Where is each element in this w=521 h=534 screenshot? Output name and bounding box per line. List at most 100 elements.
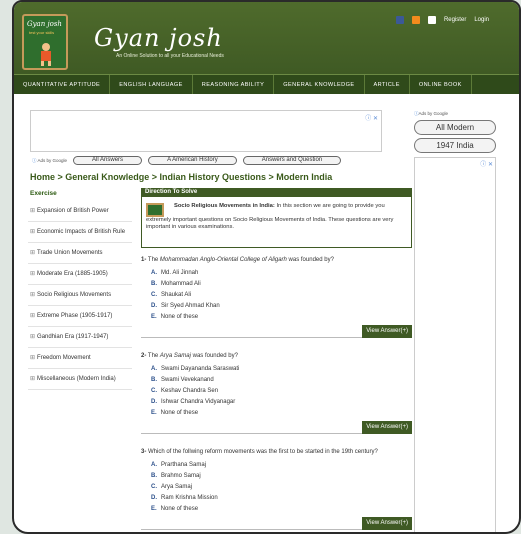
- sidebar-item[interactable]: ⊞ Moderate Era (1885-1905): [28, 264, 132, 285]
- nav-article[interactable]: ARTICLE: [365, 75, 410, 94]
- option-letter: B.: [151, 281, 157, 287]
- option[interactable]: C. Arya Samaj: [151, 482, 412, 493]
- ad-banner[interactable]: ⓘ ✕: [30, 110, 382, 152]
- answer-row: View Answer(+): [141, 325, 412, 338]
- sidebar-item[interactable]: ⊞ Gandhian Era (1917-1947): [28, 327, 132, 348]
- option[interactable]: A. Md. Ali Jinnah: [151, 268, 412, 279]
- view-answer-button[interactable]: View Answer(+): [362, 421, 412, 434]
- option[interactable]: A. Swami Dayananda Saraswati: [151, 364, 412, 375]
- option-text: None of these: [160, 314, 199, 320]
- facebook-icon[interactable]: [395, 16, 404, 24]
- site-logo[interactable]: Gyan josh test your skills: [22, 14, 68, 70]
- breadcrumb[interactable]: Home > General Knowledge > Indian Histor…: [30, 172, 332, 182]
- right-ad-link-1947-india[interactable]: 1947 India: [414, 138, 496, 153]
- nav-general-knowledge[interactable]: GENERAL KNOWLEDGE: [274, 75, 365, 94]
- option-letter: D.: [151, 495, 157, 501]
- options-list: A. Swami Dayananda Saraswati B. Swami Veve…: [151, 364, 412, 419]
- ad-links-row: ⓘ Ads by Google All Answers A American H…: [32, 156, 342, 165]
- right-ads-label: ⓘAds by Google: [414, 111, 496, 117]
- right-ads-by-text: Ads by Google: [418, 111, 449, 116]
- mail-icon[interactable]: [427, 16, 436, 24]
- site-title: Gyan josh: [94, 24, 223, 52]
- option-letter: B.: [151, 377, 157, 383]
- option-text: Prarthana Samaj: [161, 462, 207, 468]
- ad-link-answers-question[interactable]: Answers and Question: [242, 156, 342, 165]
- question-emphasis: Arya Samaj: [159, 353, 191, 359]
- options-list: A. Prarthana Samaj B. Brahmo Samaj C. Arya …: [151, 460, 412, 515]
- sidebar-item[interactable]: ⊞ Miscellaneous (Modern India): [28, 369, 132, 390]
- sidebar-item-label: Freedom Movement: [37, 355, 91, 361]
- option-text: Mohammad Ali: [161, 281, 201, 287]
- option[interactable]: D. Sir Syed Ahmad Khan: [151, 301, 412, 312]
- register-link[interactable]: Register: [444, 17, 466, 23]
- question-3: 3- Which of the follwing reform movement…: [141, 448, 412, 530]
- nav-online-book[interactable]: ONLINE BOOK: [410, 75, 472, 94]
- option-letter: E.: [151, 506, 157, 512]
- option-letter: A.: [151, 270, 157, 276]
- option[interactable]: C. Shaukat Ali: [151, 290, 412, 301]
- sidebar-item[interactable]: ⊞ Freedom Movement: [28, 348, 132, 369]
- nav-reasoning-ability[interactable]: REASONING ABILITY: [193, 75, 275, 94]
- expand-icon: ⊞: [30, 208, 36, 214]
- nav-quantitative-aptitude[interactable]: QUANTITATIVE APTITUDE: [14, 75, 111, 94]
- question-text: The: [146, 257, 160, 263]
- sidebar-item[interactable]: ⊞ Economic Impacts of British Rule: [28, 222, 132, 243]
- option-text: Ishwar Chandra Vidyanagar: [161, 399, 236, 405]
- sidebar-item-label: Miscellaneous (Modern India): [37, 376, 116, 382]
- ad-link-american-history[interactable]: A American History: [148, 156, 237, 165]
- answer-row: View Answer(+): [141, 517, 412, 530]
- sidebar-item-label: Gandhian Era (1917-1947): [37, 334, 109, 340]
- sidebar-item-label: Trade Union Movements: [37, 250, 103, 256]
- option[interactable]: C. Keshav Chandra Sen: [151, 386, 412, 397]
- sidebar-item[interactable]: ⊞ Trade Union Movements: [28, 243, 132, 264]
- option[interactable]: E. None of these: [151, 312, 412, 323]
- question-text: Which of the follwing reform movements w…: [146, 449, 378, 455]
- option[interactable]: B. Mohammad Ali: [151, 279, 412, 290]
- option-letter: D.: [151, 303, 157, 309]
- sidebar-item-label: Expansion of British Power: [37, 208, 109, 214]
- option-text: None of these: [160, 410, 199, 416]
- option-text: Swami Dayananda Saraswati: [161, 366, 240, 372]
- ad-link-all-answers[interactable]: All Answers: [73, 156, 143, 165]
- direction-heading: Direction To Solve: [141, 188, 412, 196]
- option-text: Swami Vevekanand: [161, 377, 214, 383]
- option[interactable]: B. Brahmo Samaj: [151, 471, 412, 482]
- ad-close-icon[interactable]: ⓘ ✕: [365, 113, 378, 122]
- browser-frame: Gyan josh test your skills Gyan josh An …: [12, 0, 521, 534]
- expand-icon: ⊞: [30, 292, 36, 298]
- right-ad-link-all-modern[interactable]: All Modern: [414, 120, 496, 135]
- nav-english-language[interactable]: ENGLISH LANGUAGE: [110, 75, 193, 94]
- option-text: Shaukat Ali: [161, 292, 192, 298]
- question-text-end: was founded by?: [190, 353, 238, 359]
- direction-box: Socio Religious Movements in India: In t…: [141, 196, 412, 248]
- option[interactable]: D. Ram Krishna Mission: [151, 493, 412, 504]
- option-letter: C.: [151, 388, 157, 394]
- expand-icon: ⊞: [30, 229, 36, 235]
- option[interactable]: B. Swami Vevekanand: [151, 375, 412, 386]
- option-text: None of these: [160, 506, 199, 512]
- student-icon: [41, 43, 51, 66]
- sidebar-item[interactable]: ⊞ Expansion of British Power: [28, 201, 132, 222]
- view-answer-button[interactable]: View Answer(+): [362, 325, 412, 338]
- chalkboard-icon: [146, 203, 164, 217]
- ads-by-google-label: ⓘ Ads by Google: [32, 158, 67, 164]
- view-answer-button[interactable]: View Answer(+): [362, 517, 412, 530]
- right-ad-banner[interactable]: ⓘ ✕: [414, 157, 496, 532]
- sidebar-item-label: Moderate Era (1885-1905): [37, 271, 108, 277]
- option[interactable]: D. Ishwar Chandra Vidyanagar: [151, 397, 412, 408]
- ad-close-icon[interactable]: ⓘ ✕: [480, 159, 493, 168]
- sidebar-item-label: Socio Religious Movements: [37, 292, 112, 298]
- option[interactable]: E. None of these: [151, 504, 412, 515]
- option[interactable]: E. None of these: [151, 408, 412, 419]
- direction-title: Socio Religious Movements in India:: [174, 203, 275, 209]
- sidebar-item[interactable]: ⊞ Extreme Phase (1905-1917): [28, 306, 132, 327]
- top-links: Register Login: [395, 16, 489, 24]
- option-letter: D.: [151, 399, 157, 405]
- option[interactable]: A. Prarthana Samaj: [151, 460, 412, 471]
- question-text: The: [146, 353, 160, 359]
- logo-text: Gyan josh: [27, 20, 62, 28]
- question-text-end: was founded by?: [286, 257, 334, 263]
- rss-icon[interactable]: [411, 16, 420, 24]
- login-link[interactable]: Login: [474, 17, 489, 23]
- sidebar-item[interactable]: ⊞ Socio Religious Movements: [28, 285, 132, 306]
